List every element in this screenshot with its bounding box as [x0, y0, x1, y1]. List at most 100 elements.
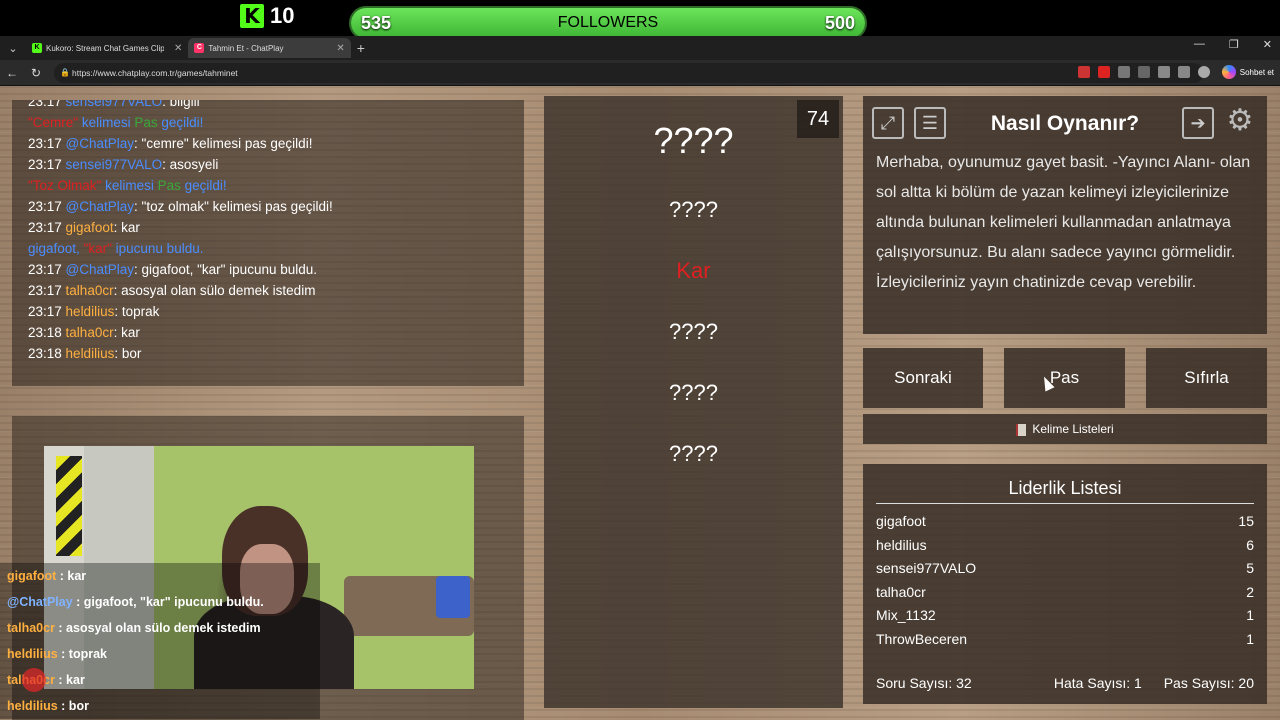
chat-text: kar	[121, 325, 140, 340]
profile-icon[interactable]	[1198, 66, 1210, 78]
how-to-play-title: Nasıl Oynanır?	[990, 112, 1140, 135]
chat-timestamp: 23:17	[28, 199, 66, 214]
kick-icon: K	[32, 43, 42, 53]
fullscreen-icon[interactable]: ⤢	[872, 107, 904, 139]
chat-username: @ChatPlay	[65, 136, 135, 151]
chat-system-part: ipucunu buldu.	[111, 241, 204, 256]
chat-username: sensei977VALO	[65, 100, 163, 109]
chat-system-part: Pas	[157, 178, 181, 193]
extension-icon[interactable]	[1078, 66, 1090, 78]
chat-log-panel[interactable]: 23:17 sensei977VALO: bilgili "Cemre" keli…	[12, 100, 524, 386]
player-score: 1	[1246, 631, 1254, 647]
chat-text: bilgili	[169, 100, 200, 109]
error-count: Hata Sayısı: 1	[1053, 675, 1142, 691]
leaderboard-row: gigafoot 15	[876, 513, 1254, 529]
tab-kukoro[interactable]: K Kukoro: Stream Chat Games Clips ✕	[26, 38, 188, 58]
extension-icons	[1078, 66, 1210, 78]
extension-icon[interactable]	[1118, 66, 1130, 78]
copilot-icon	[1221, 65, 1236, 79]
overlay-chat-message: talha0cr : asosyal olan sülo demek isted…	[0, 615, 320, 641]
chat-username: talha0cr	[65, 325, 114, 340]
extension-icon[interactable]	[1138, 66, 1150, 78]
lock-icon: 🔒	[60, 68, 70, 77]
player-score: 2	[1246, 583, 1254, 600]
recording-dot	[22, 668, 46, 692]
minimize-icon[interactable]: —	[1194, 38, 1205, 51]
player-name: ThrowBeceren	[876, 631, 968, 647]
clue-word-hidden: ????	[669, 441, 718, 466]
next-button[interactable]: Sonraki	[863, 348, 983, 408]
followers-label: FOLLOWERS	[557, 14, 659, 31]
close-window-icon[interactable]: ✕	[1263, 38, 1272, 51]
overlay-chat-text: : toprak	[57, 647, 108, 661]
overlay-chat-text: : bor	[57, 699, 89, 713]
chat-separator: :	[162, 157, 170, 172]
pass-button[interactable]: Pas	[1004, 348, 1125, 408]
chat-system-part: kelimesi	[78, 115, 135, 130]
overlay-chat-message: heldilius : toprak	[0, 641, 320, 667]
copilot-label: Sohbet et	[1239, 67, 1274, 77]
leaderboard-row: talha0cr 2	[876, 584, 1254, 600]
chat-timestamp: 23:18	[28, 346, 66, 361]
back-icon[interactable]: ←	[0, 66, 24, 80]
player-name: Mix_1132	[876, 607, 936, 624]
clue-word-hidden: ????	[669, 380, 718, 405]
screen: K 10 535 500 FOLLOWERS ⌄ K Kukoro: Strea…	[0, 0, 1280, 720]
overlay-chat-username: heldilius	[7, 699, 58, 713]
close-icon[interactable]: ✕	[174, 43, 182, 54]
chat-username: sensei977VALO	[65, 157, 163, 172]
pass-count: Pas Sayısı: 20	[1163, 675, 1254, 691]
extension-icon[interactable]	[1098, 66, 1110, 78]
chat-message: 23:18 heldilius: bor	[28, 346, 141, 361]
player-name: sensei977VALO	[876, 560, 977, 577]
word-lists-button[interactable]: Kelime Listeleri	[863, 414, 1267, 444]
browser-tab-bar: ⌄ K Kukoro: Stream Chat Games Clips ✕ C …	[0, 36, 1280, 60]
chat-timestamp: 23:17	[28, 220, 66, 235]
chat-message: "Cemre" kelimesi Pas geçildi!	[28, 115, 203, 130]
chat-timestamp: 23:17	[28, 157, 66, 172]
chat-system-part: geçildi!	[157, 115, 204, 130]
chat-timestamp: 23:17	[28, 262, 66, 277]
tab-chatplay[interactable]: C Tahmin Et - ChatPlay ✕	[188, 38, 351, 58]
overlay-chat-message: talha0cr : kar	[0, 667, 320, 693]
maximize-icon[interactable]: ❐	[1229, 38, 1239, 51]
chat-separator: :	[134, 262, 142, 277]
chat-message: 23:17 sensei977VALO: asosyeli	[28, 157, 218, 172]
chat-separator: :	[134, 199, 142, 214]
followers-goal-bar: 535 500 FOLLOWERS	[349, 6, 867, 40]
overlay-chat-message: @ChatPlay : gigafoot, "kar" ipucunu buld…	[0, 589, 320, 615]
gear-icon[interactable]: ⚙	[1224, 105, 1256, 137]
chat-separator: :	[113, 220, 122, 235]
reset-button[interactable]: Sıfırla	[1146, 348, 1267, 408]
stream-overlay: K 10 535 500 FOLLOWERS	[0, 0, 1280, 40]
question-count: Soru Sayısı: 32	[876, 675, 972, 691]
chat-separator: :	[114, 304, 122, 319]
overlay-chat-message: heldilius : bor	[0, 693, 320, 719]
word-lists-label: Kelime Listeleri	[1032, 422, 1114, 436]
url-field[interactable]: 🔒 https://www.chatplay.com.tr/games/tahm…	[54, 63, 1204, 83]
main-word: ????	[653, 120, 734, 161]
player-name: talha0cr	[876, 583, 926, 600]
chat-system-part: "Toz Olmak"	[28, 178, 102, 193]
tab-actions-icon[interactable]: ⌄	[0, 42, 26, 55]
player-name: gigafoot	[876, 513, 926, 529]
chat-message: "Toz Olmak" kelimesi Pas geçildi!	[28, 178, 227, 193]
exit-icon[interactable]: ➔	[1182, 107, 1214, 139]
favorites-icon[interactable]	[1158, 66, 1170, 78]
chat-separator: :	[114, 346, 122, 361]
player-score: 1	[1246, 607, 1254, 624]
chat-system-part: kelimesi	[101, 178, 158, 193]
close-icon[interactable]: ✕	[336, 43, 344, 54]
chat-timestamp: 23:17	[28, 100, 66, 109]
chat-system-part: Pas	[134, 115, 158, 130]
chat-text: bor	[121, 346, 142, 361]
player-name: heldilius	[876, 536, 927, 553]
chat-message: 23:17 @ChatPlay: gigafoot, "kar" ipucunu…	[28, 262, 317, 277]
new-tab-button[interactable]: +	[357, 40, 365, 56]
copilot-button[interactable]: Sohbet et	[1221, 65, 1274, 79]
chat-message: 23:17 sensei977VALO: bilgili	[28, 100, 200, 109]
download-icon[interactable]	[1178, 66, 1190, 78]
reload-icon[interactable]: ↻	[24, 66, 48, 80]
chat-username: heldilius	[65, 304, 115, 319]
chat-text: kar	[121, 220, 140, 235]
